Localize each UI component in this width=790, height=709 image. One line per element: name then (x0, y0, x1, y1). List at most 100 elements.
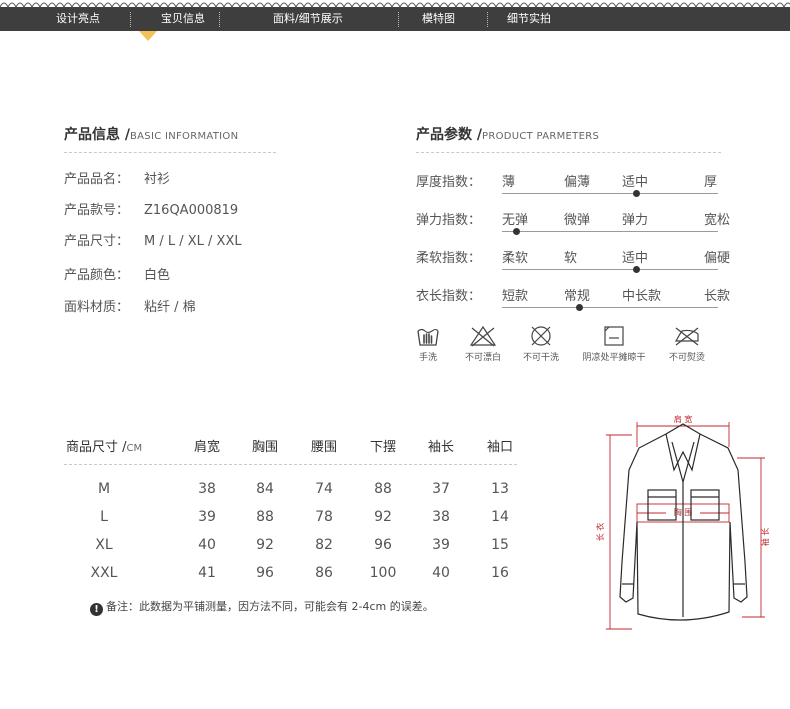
param-option: 短款 (502, 289, 529, 304)
nav-tab-design-highlights[interactable]: 设计亮点 (56, 7, 100, 31)
param-option: 适中 (622, 175, 649, 190)
size-table-cell: 39 (198, 509, 216, 525)
size-table-cell: 74 (315, 481, 333, 497)
size-table-cell: 41 (198, 565, 216, 581)
no-dry-clean-icon (531, 326, 551, 346)
param-label: 厚度指数： (416, 175, 482, 190)
param-option: 偏硬 (704, 251, 731, 266)
no-bleach-icon (469, 325, 497, 347)
params-divider (416, 152, 721, 153)
param-option: 微弹 (564, 213, 591, 228)
active-tab-indicator (139, 31, 157, 41)
info-row-color: 产品颜色： 白色 (64, 264, 170, 283)
care-label: 不可熨烫 (668, 353, 705, 363)
size-row-label: L (100, 509, 108, 525)
param-row: 厚度指数： 薄 偏薄 适中 厚 (416, 171, 721, 201)
size-column-header: 下摆 (369, 440, 396, 455)
care-no-bleach: 不可漂白 (460, 325, 506, 363)
param-option: 厚 (704, 175, 718, 190)
nav-tab-detail-photos[interactable]: 细节实拍 (507, 7, 551, 31)
param-label: 衣长指数： (416, 289, 482, 304)
size-table-cell: 88 (374, 481, 392, 497)
param-selected-marker (633, 190, 640, 197)
size-unit: CM (126, 443, 143, 454)
nav-tab-fabric-details[interactable]: 面料/细节展示 (273, 7, 343, 31)
size-column-header: 袖口 (486, 440, 513, 455)
info-row-style-number: 产品款号： Z16QA000819 (64, 199, 238, 218)
param-option: 中长款 (622, 289, 662, 304)
basic-info-heading: 产品信息 /BASIC INFORMATION (64, 124, 238, 144)
care-no-dry-clean: 不可干洗 (518, 325, 564, 363)
size-column-header: 袖长 (427, 440, 454, 455)
care-label: 不可漂白 (464, 353, 501, 363)
info-value: 粘纤 / 棉 (144, 300, 196, 315)
nav-separator (398, 12, 399, 27)
size-column-header: 腰围 (310, 440, 337, 455)
basic-info-divider (64, 152, 276, 153)
param-option: 柔软 (502, 251, 529, 266)
info-value: M / L / XL / XXL (144, 234, 242, 249)
param-row: 柔软指数： 柔软 软 适中 偏硬 (416, 247, 730, 277)
hand-wash-icon (417, 328, 439, 346)
param-scale-line (502, 269, 718, 270)
nav-separator (487, 12, 488, 27)
info-row-material: 面料材质： 粘纤 / 棉 (64, 296, 196, 315)
size-table-cell: 38 (432, 509, 450, 525)
param-option: 适中 (622, 251, 649, 266)
param-label: 柔软指数： (416, 251, 482, 266)
param-scale-line (502, 231, 718, 232)
size-table-cell: 40 (432, 565, 450, 581)
note-text: 备注：此数据为平铺测量，因方法不同，可能会有 2-4cm 的误差。 (106, 600, 434, 613)
param-label: 弹力指数： (416, 213, 482, 228)
shirt-measurement-diagram: 肩 宽 胸 围 长 衣 袖 长 (595, 414, 770, 630)
size-table-cell: 14 (491, 509, 509, 525)
size-table-cell: 88 (256, 509, 274, 525)
size-table-cell: 39 (432, 537, 450, 553)
size-table-cell: 38 (198, 481, 216, 497)
info-value: Z16QA000819 (144, 203, 239, 218)
top-navigation-bar: 设计亮点 宝贝信息 面料/细节展示 模特图 细节实拍 (0, 7, 790, 31)
param-option: 常规 (564, 289, 591, 304)
shade-dry-icon (604, 326, 624, 346)
size-row-label: M (97, 481, 111, 497)
measurement-note: ! 备注：此数据为平铺测量，因方法不同，可能会有 2-4cm 的误差。 (90, 598, 434, 616)
size-table-cell: 96 (374, 537, 392, 553)
info-label: 产品颜色： (64, 268, 130, 283)
size-table-cell: 40 (198, 537, 216, 553)
size-column-header: 胸围 (251, 440, 278, 455)
nav-tab-product-info[interactable]: 宝贝信息 (161, 7, 205, 31)
param-selected-marker (513, 228, 520, 235)
size-table-cell: 92 (374, 509, 392, 525)
info-row-product-name: 产品品名： 衬衫 (64, 168, 170, 187)
info-label: 产品款号： (64, 203, 130, 218)
measurement-guides (606, 422, 765, 630)
info-row-sizes: 产品尺寸： M / L / XL / XXL (64, 230, 242, 249)
param-row: 弹力指数： 无弹 微弹 弹力 宽松 (416, 209, 730, 239)
care-label: 不可干洗 (522, 353, 559, 363)
no-iron-icon (674, 327, 699, 346)
param-option: 偏薄 (564, 175, 591, 190)
care-label: 阴凉处平摊晾干 (582, 353, 646, 363)
info-label: 产品品名： (64, 172, 130, 187)
param-scale-line (502, 193, 718, 194)
length-label: 长 衣 (595, 523, 605, 542)
nav-separator (219, 12, 220, 27)
basic-info-title: 产品信息 / (64, 127, 130, 143)
shoulder-width-label: 肩 宽 (674, 414, 693, 424)
size-table-cell: 15 (491, 537, 509, 553)
size-title: 商品尺寸 / (66, 440, 127, 455)
warning-icon: ! (90, 603, 103, 616)
info-label: 产品尺寸： (64, 234, 130, 249)
care-hand-wash: 手洗 (413, 325, 443, 363)
nav-tab-model-photos[interactable]: 模特图 (422, 7, 455, 31)
size-table-cell: 37 (432, 481, 450, 497)
params-subtitle: PRODUCT PARMETERS (482, 131, 600, 142)
size-table-cell: 82 (315, 537, 333, 553)
size-table-cell: 78 (315, 509, 333, 525)
size-table-title: 商品尺寸 /CM (66, 436, 142, 455)
size-table-cell: 86 (315, 565, 333, 581)
param-row: 衣长指数： 短款 常规 中长款 长款 (416, 285, 730, 315)
param-selected-marker (633, 266, 640, 273)
param-option: 弹力 (622, 213, 649, 228)
care-no-iron: 不可熨烫 (664, 325, 710, 363)
